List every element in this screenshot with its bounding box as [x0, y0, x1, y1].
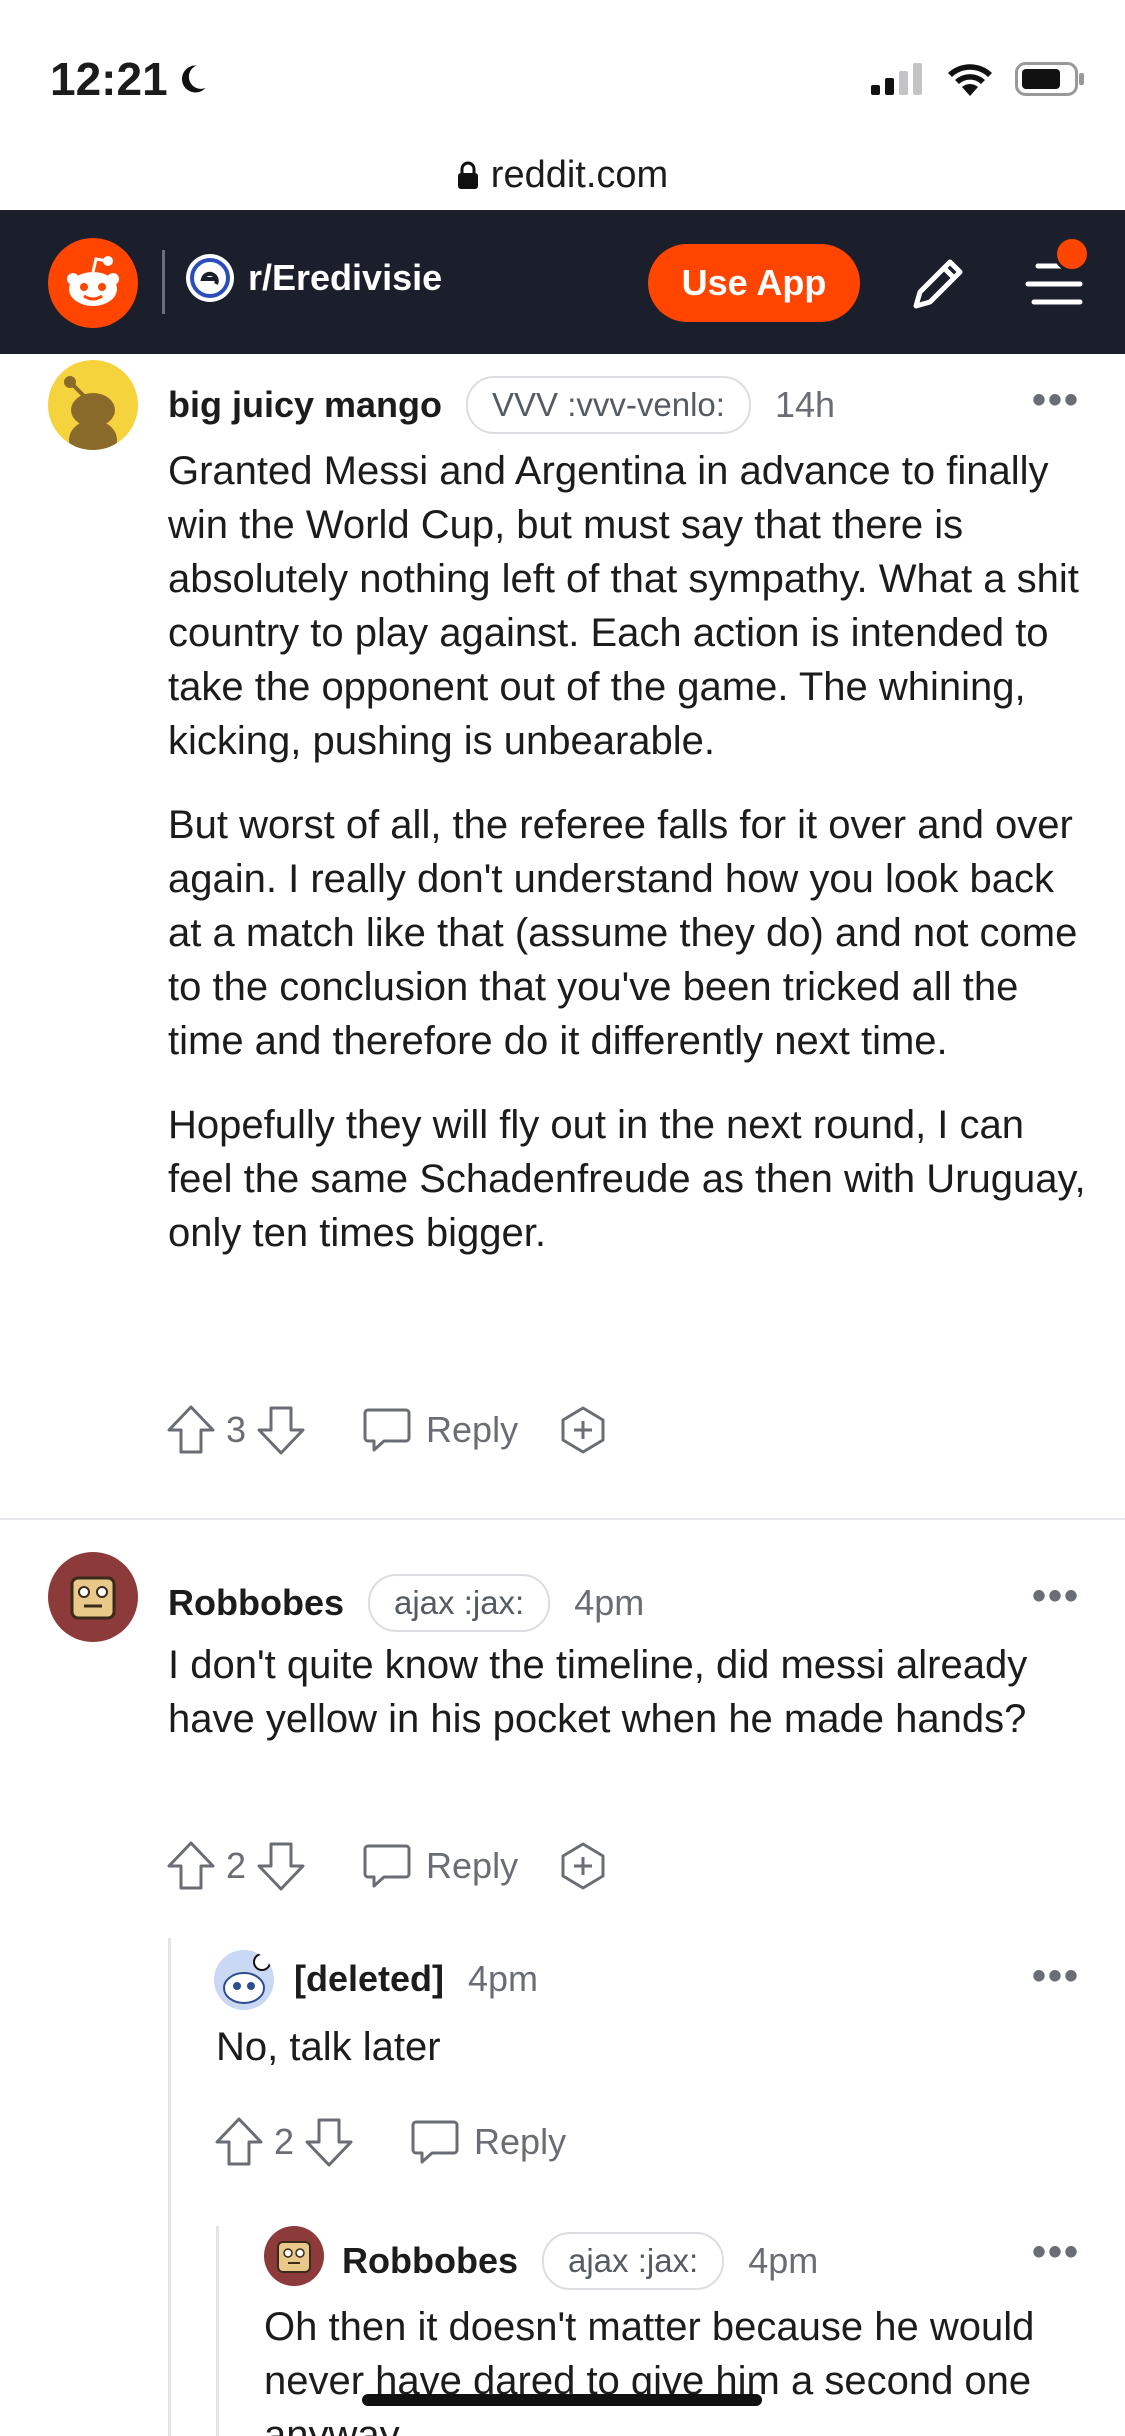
- wifi-icon: [948, 64, 992, 96]
- upvote-icon[interactable]: [166, 1404, 216, 1456]
- url-bar[interactable]: reddit.com: [0, 140, 1125, 210]
- comment-paragraph: But worst of all, the referee falls for …: [168, 803, 1078, 1063]
- avatar[interactable]: [264, 2226, 324, 2286]
- user-flair: VVV :vvv-venlo:: [466, 376, 751, 434]
- comment-paragraph: Oh then it doesn't matter because he wou…: [264, 2305, 1035, 2436]
- status-icons: [871, 62, 1085, 96]
- status-time: 12:21: [50, 52, 210, 106]
- comment-time: 4pm: [468, 1958, 539, 1999]
- more-options-icon[interactable]: •••: [1032, 378, 1080, 423]
- user-flair: ajax :jax:: [368, 1574, 551, 1632]
- eredivisie-icon: [186, 254, 234, 302]
- snoo-avatar-icon: [277, 2241, 311, 2273]
- comment-author[interactable]: [deleted]: [294, 1958, 444, 2000]
- comment-bubble-icon: [363, 1408, 411, 1452]
- more-options-icon[interactable]: •••: [1032, 2230, 1080, 2275]
- reply-label: Reply: [474, 2121, 567, 2162]
- lock-icon: [457, 161, 478, 189]
- status-bar: 12:21: [0, 0, 1125, 140]
- comment-header: Robbobes ajax :jax: 4pm: [168, 1574, 644, 1632]
- vote-count: 2: [274, 2121, 295, 2162]
- comment-paragraph: Granted Messi and Argentina in advance t…: [168, 449, 1079, 763]
- reddit-header: r/Eredivisie Use App: [0, 210, 1125, 354]
- reply-button[interactable]: Reply: [362, 1406, 518, 1454]
- user-flair: ajax :jax:: [542, 2232, 725, 2290]
- comment-time: 4pm: [574, 1582, 645, 1623]
- signal-icon: [871, 63, 922, 95]
- upvote-icon[interactable]: [214, 2116, 264, 2168]
- comment-header: [deleted] 4pm: [294, 1958, 538, 2000]
- home-indicator[interactable]: [362, 2394, 762, 2406]
- avatar[interactable]: [48, 1552, 138, 1642]
- moon-icon: [181, 65, 206, 93]
- thread-line[interactable]: [168, 1938, 171, 2436]
- avatar[interactable]: [48, 360, 138, 450]
- comment-paragraph: Hopefully they will fly out in the next …: [168, 1103, 1086, 1255]
- reply-button[interactable]: Reply: [410, 2118, 566, 2166]
- upvote-icon[interactable]: [166, 1840, 216, 1892]
- snoo-avatar-icon: [223, 1953, 271, 2004]
- comment-bubble-icon: [411, 2120, 459, 2164]
- subreddit-name: r/Eredivisie: [248, 257, 443, 298]
- comment-bubble-icon: [363, 1844, 411, 1888]
- comment-actions: 3 Reply: [166, 1404, 608, 1456]
- more-options-icon[interactable]: •••: [1032, 1574, 1080, 1619]
- comment-body: No, talk later: [216, 2020, 1076, 2104]
- reply-label: Reply: [426, 1845, 519, 1886]
- comment-paragraph: I don't quite know the timeline, did mes…: [168, 1643, 1028, 1741]
- vote-count: 3: [226, 1409, 247, 1450]
- vote-count: 2: [226, 1845, 247, 1886]
- comment-header: big juicy mango VVV :vvv-venlo: 14h: [168, 376, 835, 434]
- thread-line[interactable]: [216, 2226, 219, 2436]
- comment-time: 4pm: [748, 2240, 819, 2281]
- comment-author[interactable]: Robbobes: [168, 1582, 344, 1624]
- downvote-icon[interactable]: [256, 1404, 306, 1456]
- comment-body: Granted Messi and Argentina in advance t…: [168, 444, 1088, 1290]
- comment-header: Robbobes ajax :jax: 4pm: [342, 2232, 818, 2290]
- avatar[interactable]: [214, 1950, 274, 2010]
- downvote-icon[interactable]: [256, 1840, 306, 1892]
- comment-divider: [0, 1518, 1125, 1520]
- comment-body: Oh then it doesn't matter because he wou…: [264, 2300, 1084, 2436]
- use-app-button[interactable]: Use App: [648, 244, 860, 322]
- comment-body: I don't quite know the timeline, did mes…: [168, 1638, 1068, 1776]
- comment-paragraph: No, talk later: [216, 2025, 441, 2069]
- header-divider: [162, 250, 165, 314]
- snoo-avatar-icon: [70, 1576, 116, 1620]
- subreddit-link[interactable]: r/Eredivisie: [186, 254, 442, 302]
- award-icon[interactable]: [558, 1841, 608, 1891]
- pencil-icon[interactable]: [906, 252, 970, 316]
- comment-time: 14h: [774, 384, 836, 425]
- downvote-icon[interactable]: [304, 2116, 354, 2168]
- reply-label: Reply: [426, 1409, 519, 1450]
- more-options-icon[interactable]: •••: [1032, 1954, 1080, 1999]
- comment-author[interactable]: big juicy mango: [168, 384, 442, 426]
- comment-author[interactable]: Robbobes: [342, 2240, 518, 2282]
- reddit-logo-icon[interactable]: [48, 238, 138, 328]
- award-icon[interactable]: [558, 1405, 608, 1455]
- reply-button[interactable]: Reply: [362, 1842, 518, 1890]
- notification-dot: [1054, 236, 1090, 272]
- url-text: reddit.com: [490, 153, 669, 196]
- comment-actions: 2 Reply: [166, 1840, 608, 1892]
- battery-icon: [1015, 62, 1084, 96]
- comment-actions: 2 Reply: [214, 2116, 566, 2168]
- snoo-avatar-icon: [64, 376, 117, 450]
